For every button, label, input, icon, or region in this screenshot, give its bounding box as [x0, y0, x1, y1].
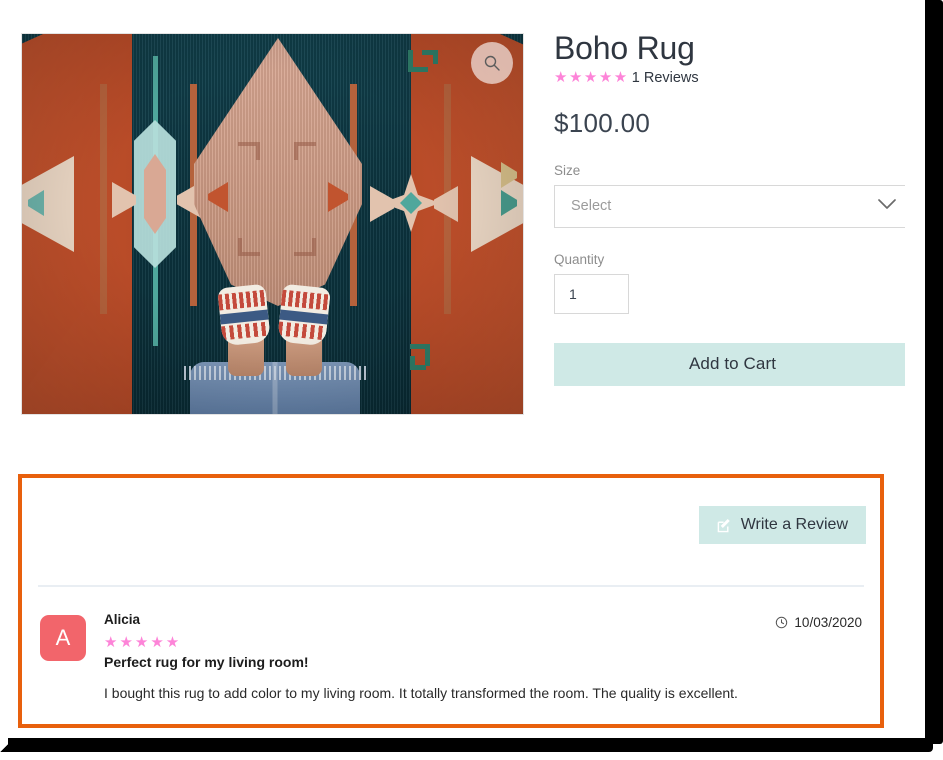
rug-motif-column-left-inner — [144, 154, 166, 234]
image-zoom-button[interactable] — [471, 42, 513, 84]
edit-square-icon — [717, 518, 730, 532]
photo-slipper-left — [217, 283, 271, 347]
review-header: A Alicia ★★★★★ Perfect rug for my living… — [40, 612, 862, 670]
quantity-input[interactable] — [554, 273, 629, 314]
photo-slipper-right — [277, 283, 331, 347]
clock-icon — [776, 616, 788, 629]
rug-motif-bar-1 — [100, 84, 107, 314]
size-label: Size — [554, 162, 581, 178]
chevron-down-icon — [878, 197, 896, 215]
rug-motif-green-glyph-2 — [422, 50, 438, 64]
rug-motif-center-diamond — [194, 38, 362, 306]
slipper-band-left — [221, 321, 271, 341]
search-icon — [484, 55, 500, 71]
product-price: $100.00 — [554, 107, 651, 138]
browser-viewport: Boho Rug ★★★★★ 1 Reviews $100.00 Size Se… — [0, 0, 943, 760]
reviews-section: Write a Review A Alicia ★★★★★ Perfect ru… — [18, 474, 884, 728]
rug-motif-glyph-4 — [294, 238, 316, 256]
review-star-rating: ★★★★★ — [104, 634, 182, 652]
rug-motif-glyph-3 — [238, 238, 260, 256]
write-a-review-label: Write a Review — [740, 516, 848, 533]
size-select[interactable]: Select — [554, 184, 905, 228]
reviews-header: Write a Review — [22, 478, 880, 587]
review-text: I bought this rug to add color to my liv… — [104, 685, 738, 702]
product-info: Boho Rug ★★★★★ 1 Reviews $100.00 Size Se… — [554, 30, 905, 386]
rating-row[interactable]: ★★★★★ 1 Reviews — [554, 70, 905, 86]
rug-motif-glyph-2 — [294, 142, 316, 160]
window-frame-right — [925, 0, 943, 744]
page-content: Boho Rug ★★★★★ 1 Reviews $100.00 Size Se… — [0, 0, 905, 744]
product-section: Boho Rug ★★★★★ 1 Reviews $100.00 Size Se… — [0, 0, 905, 455]
review-count-label[interactable]: 1 Reviews — [632, 70, 699, 86]
page-title: Boho Rug — [554, 30, 695, 66]
reviews-divider — [38, 585, 864, 587]
review-date-text: 10/03/2020 — [794, 615, 862, 630]
reviewer-name: Alicia — [104, 612, 141, 627]
slipper-band-right — [277, 321, 327, 341]
review-list-item: A Alicia ★★★★★ Perfect rug for my living… — [22, 596, 880, 703]
rug-motif-green-glyph-4 — [410, 356, 426, 370]
photo-jeans-fray — [184, 366, 366, 380]
rug-motif-glyph-1 — [238, 142, 260, 160]
review-title: Perfect rug for my living room! — [104, 654, 309, 671]
avatar: A — [40, 615, 86, 661]
review-content: Alicia ★★★★★ Perfect rug for my living r… — [104, 612, 862, 670]
review-date: 10/03/2020 — [775, 615, 862, 630]
window-frame-corner — [0, 738, 14, 752]
size-select-value: Select — [571, 198, 612, 215]
add-to-cart-button[interactable]: Add to Cart — [554, 342, 905, 386]
product-image — [22, 34, 523, 414]
star-rating: ★★★★★ — [554, 69, 629, 87]
product-image-gallery[interactable] — [21, 33, 524, 415]
window-frame-bottom — [8, 738, 933, 752]
write-a-review-button[interactable]: Write a Review — [698, 506, 866, 544]
quantity-label: Quantity — [554, 251, 605, 267]
